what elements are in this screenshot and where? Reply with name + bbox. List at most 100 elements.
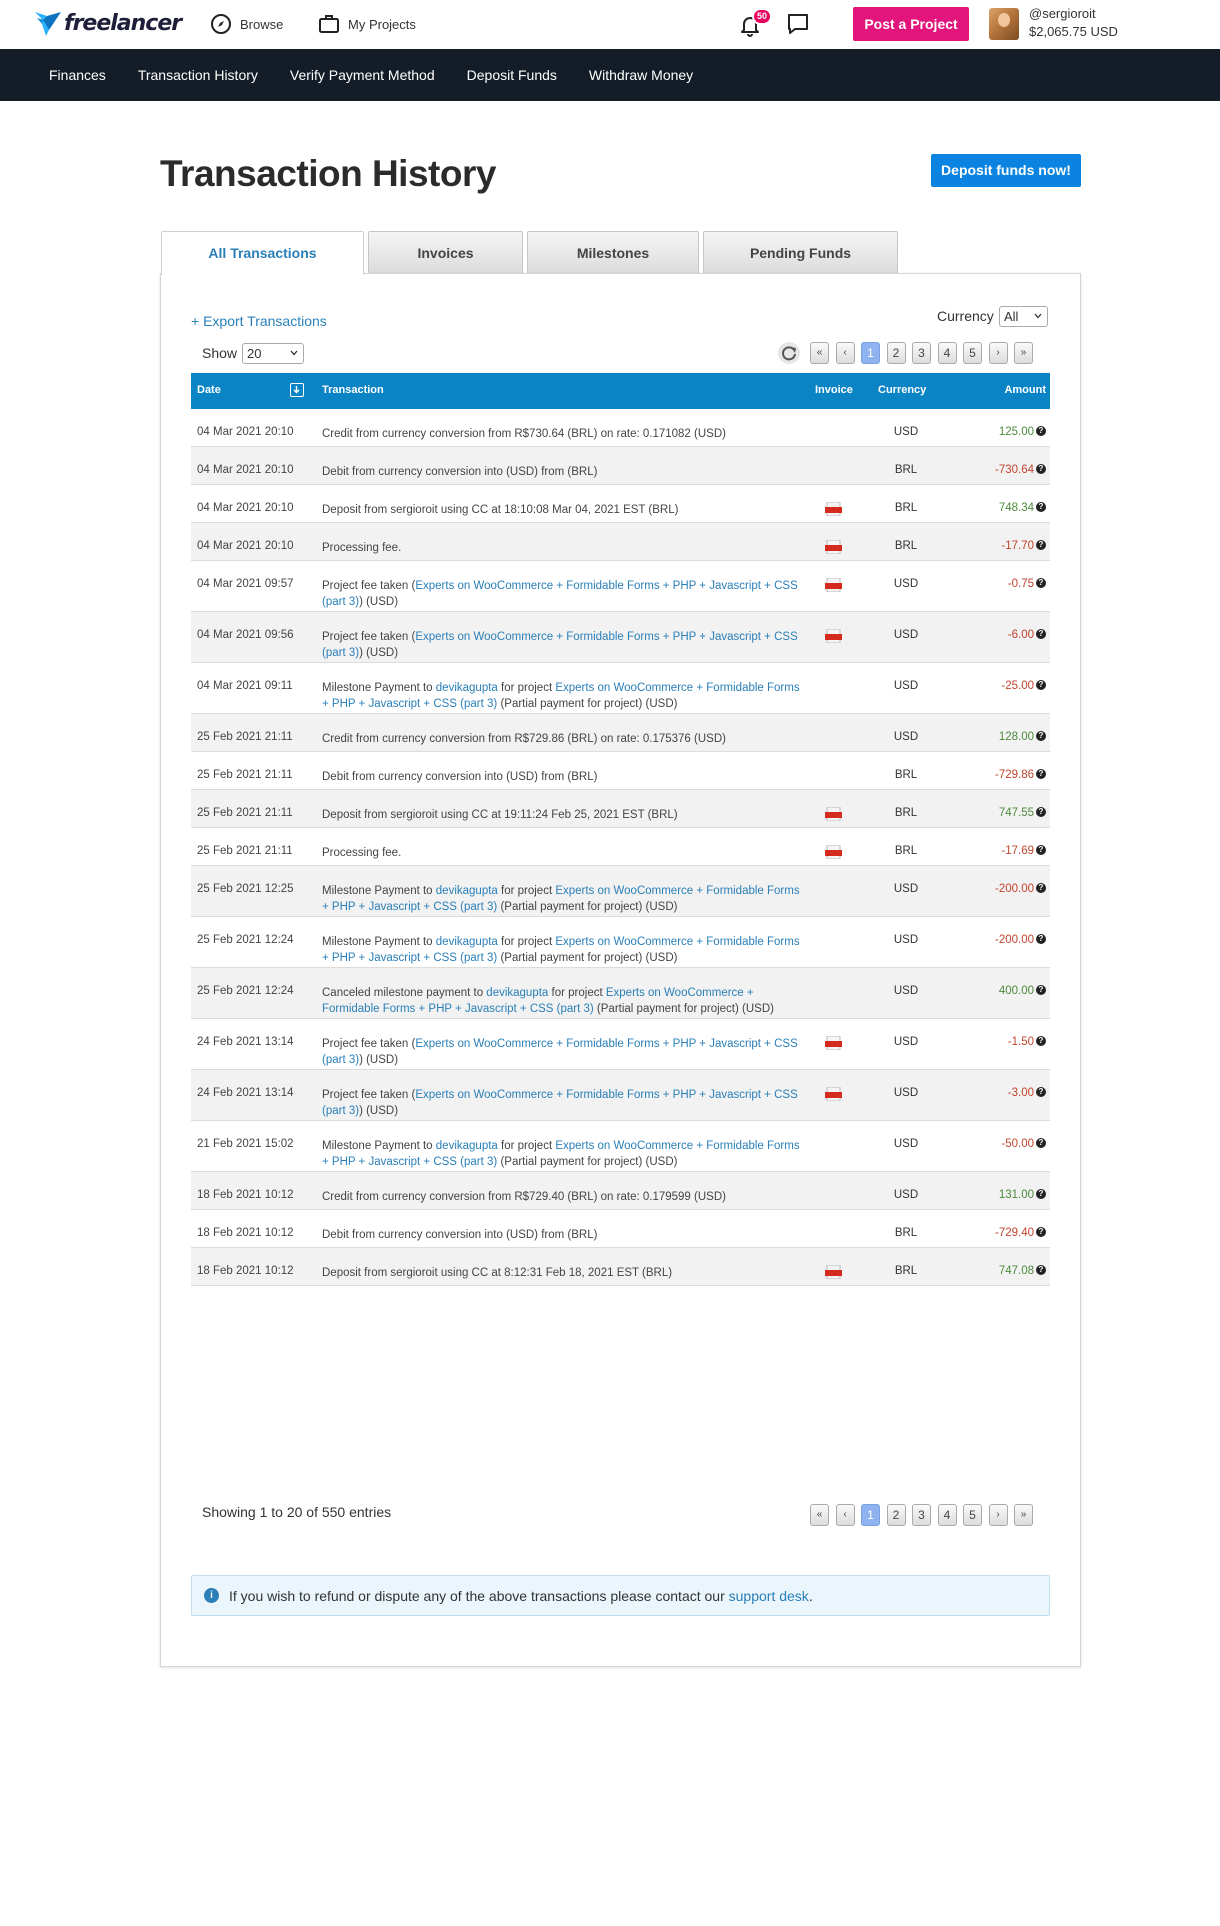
transaction-link[interactable]: devikagupta	[436, 885, 498, 897]
pdf-icon[interactable]	[825, 629, 842, 643]
subnav-finances[interactable]: Finances	[49, 67, 106, 83]
transaction-link[interactable]: devikagupta	[436, 1140, 498, 1152]
transaction-currency: BRL	[894, 1265, 918, 1277]
help-icon[interactable]: ?	[1036, 934, 1046, 944]
pagination-page[interactable]: 2	[886, 342, 906, 364]
transaction-description: Debit from currency conversion into (USD…	[322, 769, 802, 785]
transaction-amount: 400.00	[998, 985, 1034, 997]
transaction-link[interactable]: devikagupta	[436, 682, 498, 694]
pagination-page[interactable]: 3	[912, 1504, 931, 1526]
table-row: 25 Feb 2021 21:11 Debit from currency con…	[191, 752, 1050, 790]
notification-badge: 50	[752, 8, 772, 25]
pdf-icon[interactable]	[825, 807, 842, 821]
show-entries-select[interactable]: 20	[242, 343, 304, 364]
pagination-first[interactable]: «	[810, 342, 829, 364]
column-transaction[interactable]: Transaction	[322, 384, 384, 396]
pdf-icon[interactable]	[825, 1265, 842, 1279]
pagination-next[interactable]: ›	[988, 1504, 1008, 1526]
sort-icon[interactable]	[290, 383, 304, 397]
help-icon[interactable]: ?	[1036, 1189, 1046, 1199]
transaction-text: ) (USD)	[359, 647, 399, 659]
transaction-description: Milestone Payment to devikagupta for pro…	[322, 680, 802, 712]
post-project-button[interactable]: Post a Project	[853, 7, 969, 41]
subnav-deposit-funds[interactable]: Deposit Funds	[467, 67, 557, 83]
messages-button[interactable]	[786, 12, 812, 38]
help-icon[interactable]: ?	[1036, 769, 1046, 779]
help-icon[interactable]: ?	[1036, 540, 1046, 550]
pdf-icon[interactable]	[825, 1036, 842, 1050]
transaction-description: Credit from currency conversion from R$7…	[322, 1189, 802, 1205]
transaction-text: Project fee taken (	[322, 631, 416, 643]
pagination-page[interactable]: 3	[912, 342, 931, 364]
pagination-last[interactable]: »	[1014, 342, 1033, 364]
transaction-currency: BRL	[894, 1227, 918, 1239]
help-icon[interactable]: ?	[1036, 629, 1046, 639]
pagination-page[interactable]: 5	[963, 1504, 982, 1526]
pagination-page[interactable]: 2	[886, 1504, 906, 1526]
tab-milestones[interactable]: Milestones	[527, 231, 699, 273]
arrow-down-icon	[293, 386, 300, 394]
transaction-currency: USD	[893, 1036, 919, 1048]
tab-pending-funds[interactable]: Pending Funds	[703, 231, 898, 273]
help-icon[interactable]: ?	[1036, 731, 1046, 741]
subnav-verify-payment-method[interactable]: Verify Payment Method	[290, 67, 435, 83]
my-projects-link[interactable]: My Projects	[318, 13, 416, 35]
transaction-link[interactable]: devikagupta	[486, 987, 548, 999]
help-icon[interactable]: ?	[1036, 1227, 1046, 1237]
info-message: If you wish to refund or dispute any of …	[229, 1588, 729, 1604]
help-icon[interactable]: ?	[1036, 883, 1046, 893]
transaction-text: Deposit from sergioroit using CC at 19:1…	[322, 809, 678, 821]
column-invoice[interactable]: Invoice	[815, 384, 853, 396]
support-desk-link[interactable]: support desk	[729, 1588, 809, 1604]
pagination-first[interactable]: «	[810, 1504, 829, 1526]
currency-select[interactable]: All	[999, 306, 1048, 327]
avatar[interactable]	[989, 8, 1019, 40]
help-icon[interactable]: ?	[1036, 464, 1046, 474]
pdf-icon[interactable]	[825, 845, 842, 859]
pagination-page[interactable]: 1	[861, 342, 880, 364]
notifications-button[interactable]: 50	[738, 8, 772, 38]
subnav-transaction-history[interactable]: Transaction History	[138, 67, 258, 83]
help-icon[interactable]: ?	[1036, 845, 1046, 855]
help-icon[interactable]: ?	[1036, 807, 1046, 817]
pagination-page[interactable]: 4	[937, 1504, 957, 1526]
pagination-prev[interactable]: ‹	[835, 342, 855, 364]
pdf-icon[interactable]	[825, 502, 842, 516]
help-icon[interactable]: ?	[1036, 1036, 1046, 1046]
column-date[interactable]: Date	[197, 384, 221, 396]
pdf-icon[interactable]	[825, 1087, 842, 1101]
transaction-text: Milestone Payment to	[322, 885, 436, 897]
transaction-description: Project fee taken (Experts on WooCommerc…	[322, 629, 802, 661]
refresh-button[interactable]	[778, 342, 800, 364]
pagination-next[interactable]: ›	[988, 342, 1008, 364]
column-amount[interactable]: Amount	[1004, 384, 1046, 396]
transaction-currency: USD	[893, 1138, 919, 1150]
deposit-funds-button[interactable]: Deposit funds now!	[931, 154, 1081, 187]
help-icon[interactable]: ?	[1036, 1265, 1046, 1275]
subnav-withdraw-money[interactable]: Withdraw Money	[589, 67, 693, 83]
pdf-icon[interactable]	[825, 578, 842, 592]
help-icon[interactable]: ?	[1036, 1138, 1046, 1148]
pagination-last[interactable]: »	[1014, 1504, 1033, 1526]
tab-all-transactions[interactable]: All Transactions	[161, 231, 364, 275]
transaction-link[interactable]: devikagupta	[436, 936, 498, 948]
browse-link[interactable]: Browse	[210, 13, 283, 35]
help-icon[interactable]: ?	[1036, 680, 1046, 690]
tab-invoices[interactable]: Invoices	[368, 231, 523, 273]
pdf-icon[interactable]	[825, 540, 842, 554]
help-icon[interactable]: ?	[1036, 578, 1046, 588]
chat-icon	[788, 14, 808, 34]
pagination-page[interactable]: 5	[963, 342, 982, 364]
pagination-page[interactable]: 1	[861, 1504, 880, 1526]
help-icon[interactable]: ?	[1036, 426, 1046, 436]
transaction-amount: 128.00	[998, 731, 1034, 743]
freelancer-logo[interactable]: freelancer	[33, 7, 182, 39]
help-icon[interactable]: ?	[1036, 1087, 1046, 1097]
column-currency[interactable]: Currency	[878, 384, 926, 396]
help-icon[interactable]: ?	[1036, 502, 1046, 512]
help-icon[interactable]: ?	[1036, 985, 1046, 995]
pagination-page[interactable]: 4	[937, 342, 957, 364]
export-transactions-link[interactable]: + Export Transactions	[191, 313, 327, 329]
pagination-prev[interactable]: ‹	[835, 1504, 855, 1526]
username[interactable]: @sergioroit	[1029, 6, 1096, 21]
